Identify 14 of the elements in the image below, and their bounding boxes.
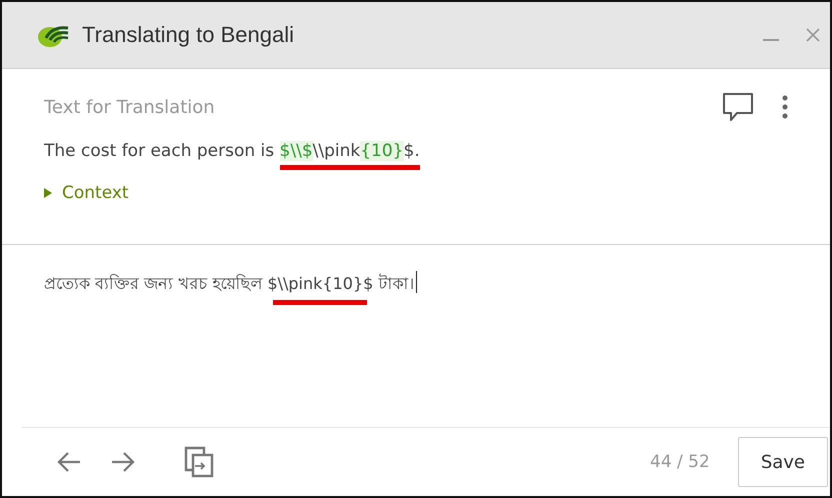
save-button[interactable]: Save <box>738 437 828 487</box>
context-toggle[interactable]: Context <box>44 183 129 203</box>
source-text: The cost for each person is $\\$\\pink{10}$. <box>44 141 810 161</box>
section-heading: Text for Translation <box>44 96 215 118</box>
progress-counter: 44 / 52 <box>650 452 710 472</box>
more-options-icon[interactable] <box>782 95 788 119</box>
arrow-right-icon[interactable] <box>110 451 136 473</box>
comment-icon[interactable] <box>722 92 754 122</box>
arrow-left-icon[interactable] <box>56 451 82 473</box>
copy-icon[interactable] <box>184 446 214 478</box>
caret-icon <box>44 188 52 198</box>
translation-field[interactable]: প্রত্যেক ব্যক্তির জন্য খরচ হয়েছিল $\\pink{10}$ টাকা। <box>2 245 830 427</box>
window-title: Translating to Bengali <box>82 22 294 48</box>
close-icon[interactable] <box>806 28 820 42</box>
